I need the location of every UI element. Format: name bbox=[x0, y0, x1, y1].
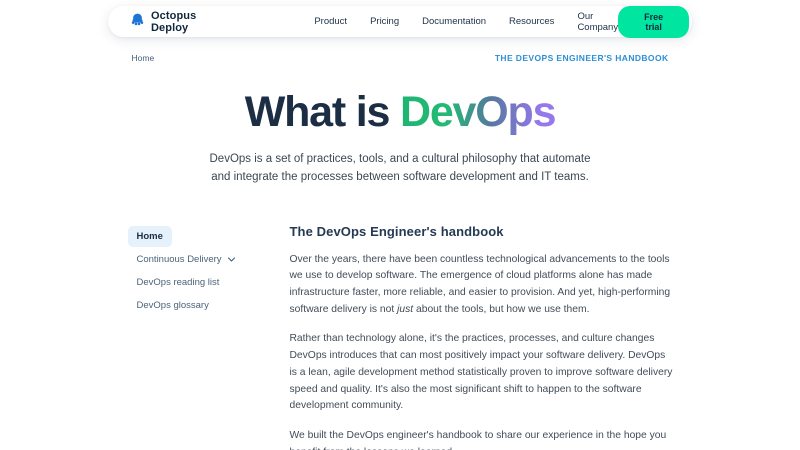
sidebar-item-label: DevOps glossary bbox=[137, 300, 209, 311]
free-trial-button[interactable]: Free trial bbox=[618, 6, 689, 38]
chevron-down-icon bbox=[227, 255, 236, 264]
main-article: The DevOps Engineer's handbook Over the … bbox=[290, 224, 673, 450]
nav-item-product[interactable]: Product bbox=[314, 16, 347, 27]
sidebar-item-home[interactable]: Home bbox=[128, 226, 172, 247]
handbook-link[interactable]: THE DEVOPS ENGINEER'S HANDBOOK bbox=[495, 53, 669, 63]
nav-item-pricing[interactable]: Pricing bbox=[370, 16, 399, 27]
nav-item-documentation[interactable]: Documentation bbox=[422, 16, 486, 27]
sidebar: Home Continuous Delivery DevOps reading … bbox=[128, 224, 290, 450]
octopus-icon bbox=[130, 12, 145, 32]
paragraph-3: We built the DevOps engineer's handbook … bbox=[290, 428, 673, 450]
nav-item-our-company[interactable]: Our Company bbox=[577, 11, 618, 33]
breadcrumb[interactable]: Home bbox=[132, 53, 155, 63]
sidebar-item-label: Home bbox=[137, 231, 163, 242]
sidebar-item-continuous-delivery[interactable]: Continuous Delivery bbox=[128, 249, 245, 270]
top-navigation: Octopus Deploy Product Pricing Documenta… bbox=[108, 6, 692, 37]
page-title-highlight: DevOps bbox=[400, 88, 555, 136]
brand-name: Octopus Deploy bbox=[151, 10, 196, 34]
sidebar-item-devops-glossary[interactable]: DevOps glossary bbox=[128, 295, 218, 316]
page-title: What is DevOps bbox=[0, 89, 800, 136]
nav-item-resources[interactable]: Resources bbox=[509, 16, 554, 27]
sidebar-item-label: Continuous Delivery bbox=[137, 254, 222, 265]
page-title-prefix: What is bbox=[245, 88, 400, 136]
paragraph-1-italic: just bbox=[397, 304, 413, 315]
paragraph-2: Rather than technology alone, it's the p… bbox=[290, 331, 673, 414]
paragraph-1-tail: about the tools, but how we use them. bbox=[413, 304, 589, 315]
nav-links: Product Pricing Documentation Resources … bbox=[314, 11, 618, 33]
content-area: Home Continuous Delivery DevOps reading … bbox=[128, 224, 673, 450]
breadcrumb-row: Home THE DEVOPS ENGINEER'S HANDBOOK bbox=[132, 53, 669, 63]
brand-logo[interactable]: Octopus Deploy bbox=[130, 10, 196, 34]
sidebar-item-label: DevOps reading list bbox=[137, 277, 220, 288]
page-subtitle: DevOps is a set of practices, tools, and… bbox=[204, 151, 596, 186]
article-heading: The DevOps Engineer's handbook bbox=[290, 224, 673, 239]
paragraph-1: Over the years, there have been countles… bbox=[290, 252, 673, 319]
hero-section: What is DevOps DevOps is a set of practi… bbox=[0, 89, 800, 186]
sidebar-item-devops-reading-list[interactable]: DevOps reading list bbox=[128, 272, 229, 293]
